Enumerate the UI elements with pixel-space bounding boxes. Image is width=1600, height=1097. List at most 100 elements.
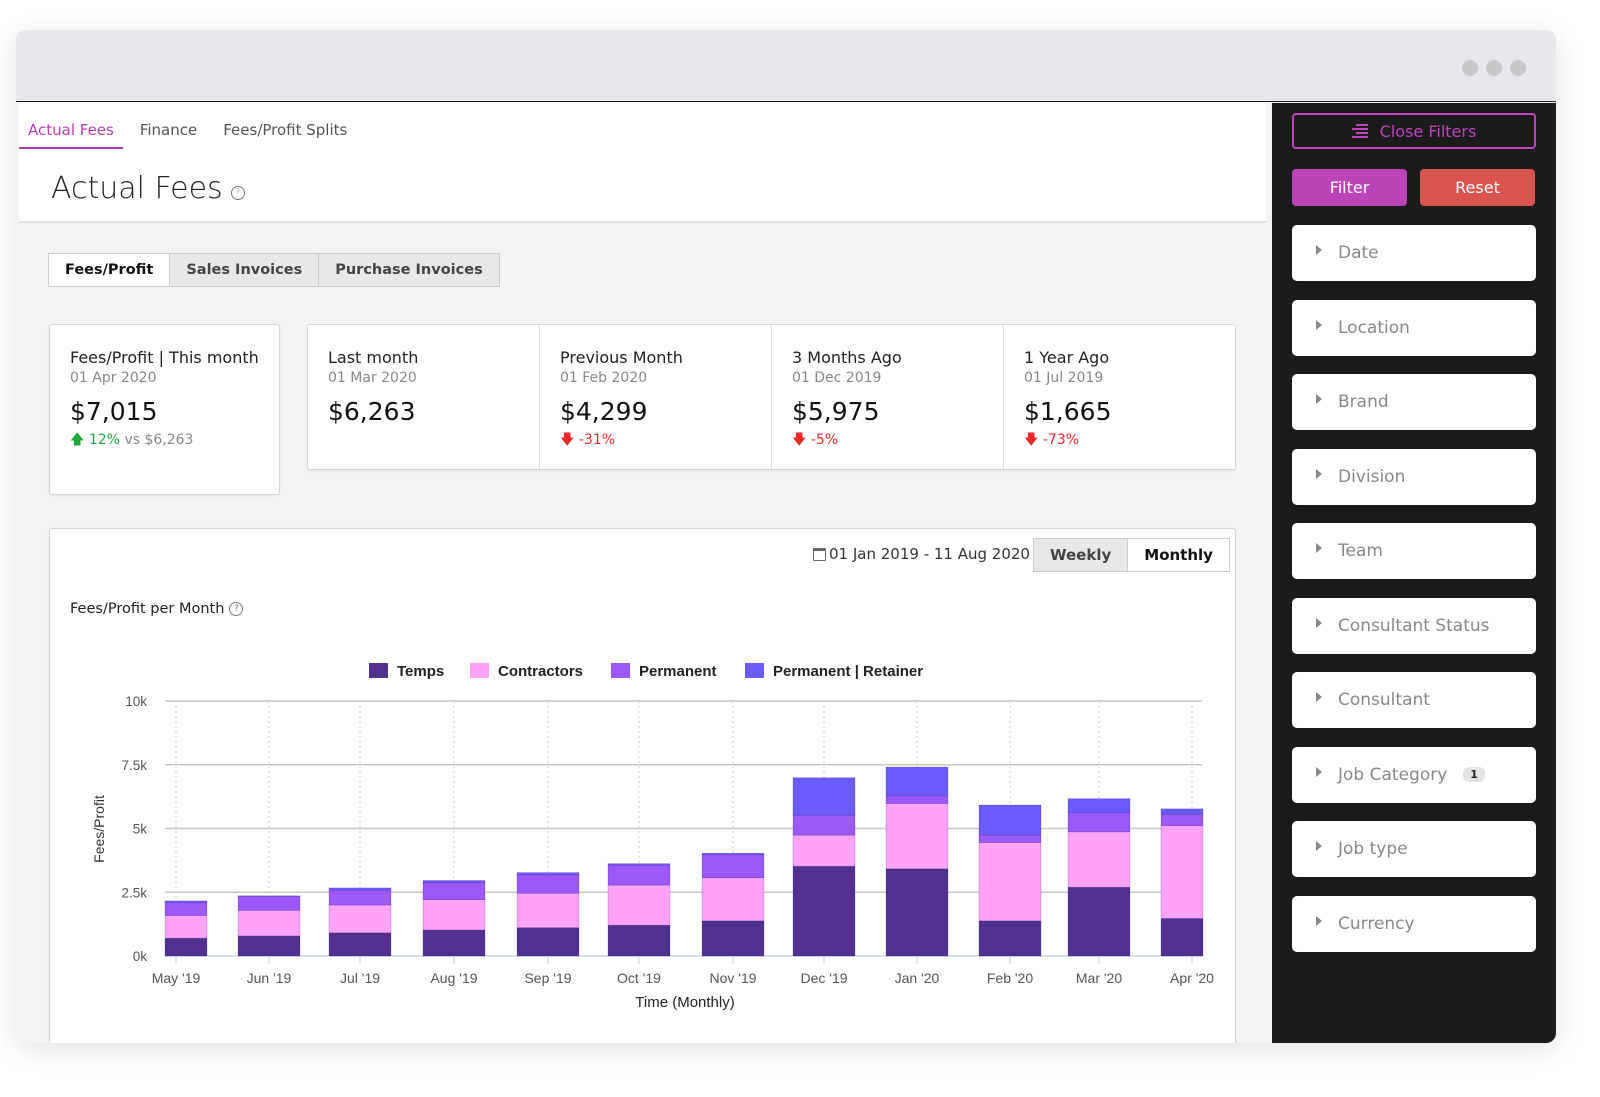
weekly-button[interactable]: Weekly xyxy=(1034,539,1128,571)
subtab-purchase-invoices[interactable]: Purchase Invoices xyxy=(319,254,499,286)
close-filters-label: Close Filters xyxy=(1379,121,1477,141)
date-range-picker[interactable]: 01 Jan 2019 - 11 Aug 2020 xyxy=(813,545,1030,563)
filter-item-location[interactable]: Location xyxy=(1292,299,1536,356)
window-dot-icon[interactable] xyxy=(1462,60,1478,76)
bar-segment-contractors xyxy=(885,803,949,870)
kpi-label: 1 Year Ago xyxy=(1024,348,1110,367)
bar-segment-permanent xyxy=(1067,812,1131,833)
x-tick-label: Mar '20 xyxy=(1076,970,1122,986)
bar-segment-temps xyxy=(885,868,949,957)
filter-label: Consultant Status xyxy=(1338,615,1490,636)
filter-label: Brand xyxy=(1338,392,1389,412)
bar-segment-permanent-retainer xyxy=(885,766,949,797)
bar-segment-permanent-retainer xyxy=(607,863,671,866)
bar-segment-permanent-retainer xyxy=(978,804,1042,836)
filter-button[interactable]: Filter xyxy=(1292,169,1407,206)
bar-segment-contractors xyxy=(516,892,580,928)
legend-swatch xyxy=(369,663,388,678)
caret-right-icon xyxy=(1316,841,1322,851)
x-axis-title: Time (Monthly) xyxy=(635,994,734,1011)
help-icon[interactable]: ? xyxy=(230,185,245,200)
filter-item-currency[interactable]: Currency xyxy=(1292,895,1536,952)
kpi-date: 01 Mar 2020 xyxy=(328,370,417,386)
legend-label: Contractors xyxy=(498,663,583,680)
x-tick-label: Nov '19 xyxy=(709,970,756,986)
kpi-delta-percent: -73% xyxy=(1042,432,1080,448)
kpi-label: 3 Months Ago xyxy=(792,348,902,367)
app-window: Actual Fees Finance Fees/Profit Splits A… xyxy=(16,30,1556,1043)
bar-segment-contractors xyxy=(164,915,208,939)
kpi-value: $5,975 xyxy=(792,397,880,426)
filter-item-team[interactable]: Team xyxy=(1292,523,1536,579)
window-dot-icon[interactable] xyxy=(1510,60,1526,76)
kpi-date: 01 Feb 2020 xyxy=(560,370,648,386)
y-tick-label: 2.5k xyxy=(121,885,147,900)
caret-right-icon xyxy=(1316,245,1322,255)
tab-fees-profit-splits[interactable]: Fees/Profit Splits xyxy=(214,117,356,149)
bar-segment-permanent xyxy=(328,889,392,906)
bar-segment-temps xyxy=(516,927,580,957)
nav-tabs: Actual Fees Finance Fees/Profit Splits xyxy=(19,117,364,149)
calendar-icon xyxy=(813,547,826,561)
close-filters-button[interactable]: Close Filters xyxy=(1292,113,1536,149)
legend-swatch xyxy=(470,663,489,678)
y-tick-label: 0k xyxy=(133,949,148,964)
filter-item-brand[interactable]: Brand xyxy=(1292,374,1536,430)
bar-segment-temps xyxy=(978,920,1042,957)
bar-segment-permanent xyxy=(164,902,208,916)
filter-item-job-type[interactable]: Job type xyxy=(1292,821,1536,877)
kpi-card-previous-month: Previous Month 01 Feb 2020 $4,299 🡇 -31% xyxy=(540,325,772,469)
bar-segment-temps xyxy=(237,935,301,957)
bar-segment-contractors xyxy=(792,834,856,867)
bar-segment-permanent-retainer xyxy=(1067,798,1131,813)
bar-segment-contractors xyxy=(607,884,671,926)
subtab-sales-invoices[interactable]: Sales Invoices xyxy=(170,254,320,286)
bar-segment-permanent xyxy=(1160,813,1204,826)
filters-sidebar: Close Filters Filter Reset Date Location B… xyxy=(1272,103,1556,1043)
report-subtabs: Fees/Profit Sales Invoices Purchase Invo… xyxy=(48,253,500,287)
caret-right-icon xyxy=(1316,692,1322,702)
filter-label: Date xyxy=(1338,243,1379,263)
help-icon[interactable]: ? xyxy=(229,602,244,616)
chart-card: 0k 2.5k 5k 7.5k 10k May '19 Jun '19 Jul '19 Aug … xyxy=(49,528,1236,1043)
tab-finance[interactable]: Finance xyxy=(131,117,206,149)
kpi-card-1-year-ago: 1 Year Ago 01 Jul 2019 $1,665 🡇 -73% xyxy=(1004,325,1235,469)
kpi-value: $1,665 xyxy=(1024,397,1112,426)
monthly-button[interactable]: Monthly xyxy=(1127,539,1229,571)
x-tick-label: Feb '20 xyxy=(987,970,1033,986)
period-toggle: Weekly Monthly xyxy=(1033,538,1230,572)
top-navigation: Actual Fees Finance Fees/Profit Splits A… xyxy=(19,103,1266,223)
window-dot-icon[interactable] xyxy=(1486,60,1502,76)
reset-button[interactable]: Reset xyxy=(1420,169,1535,206)
kpi-value: $7,015 xyxy=(70,397,158,426)
kpi-delta-percent: 12% xyxy=(88,432,120,448)
bar-segment-temps xyxy=(1160,918,1204,957)
kpi-date: 01 Dec 2019 xyxy=(792,370,882,386)
kpi-date: 01 Jul 2019 xyxy=(1024,370,1104,386)
filter-item-job-category[interactable]: Job Category 1 xyxy=(1292,746,1536,803)
bar-segment-contractors xyxy=(1067,831,1131,888)
bar-segment-permanent xyxy=(607,864,671,886)
kpi-delta: 🡇 -5% xyxy=(792,429,983,453)
arrow-down-icon: 🡇 xyxy=(1024,432,1039,448)
kpi-label: Previous Month xyxy=(560,348,683,367)
caret-right-icon xyxy=(1316,915,1322,926)
filter-label: Location xyxy=(1338,317,1410,338)
bar-segment-contractors xyxy=(422,899,486,931)
bar-segment-temps xyxy=(1067,886,1131,957)
bar-segment-permanent-retainer xyxy=(422,880,486,884)
bar-segment-temps xyxy=(701,920,765,957)
kpi-delta: 🡅 12% vs $6,263 xyxy=(70,429,259,453)
tab-actual-fees[interactable]: Actual Fees xyxy=(19,117,123,149)
kpi-card-this-month: Fees/Profit | This month 01 Apr 2020 $7,… xyxy=(49,324,280,495)
filter-item-consultant[interactable]: Consultant xyxy=(1292,672,1536,728)
filter-item-date[interactable]: Date xyxy=(1292,225,1536,281)
filter-item-consultant-status[interactable]: Consultant Status xyxy=(1292,597,1536,654)
bar-segment-contractors xyxy=(328,904,392,934)
subtab-fees-profit[interactable]: Fees/Profit xyxy=(49,254,171,286)
filter-item-division[interactable]: Division xyxy=(1292,448,1536,505)
x-tick-label: May '19 xyxy=(152,970,201,986)
kpi-delta-percent: -5% xyxy=(810,432,839,448)
kpi-value: $6,263 xyxy=(328,397,416,426)
filter-label: Consultant xyxy=(1338,690,1430,710)
